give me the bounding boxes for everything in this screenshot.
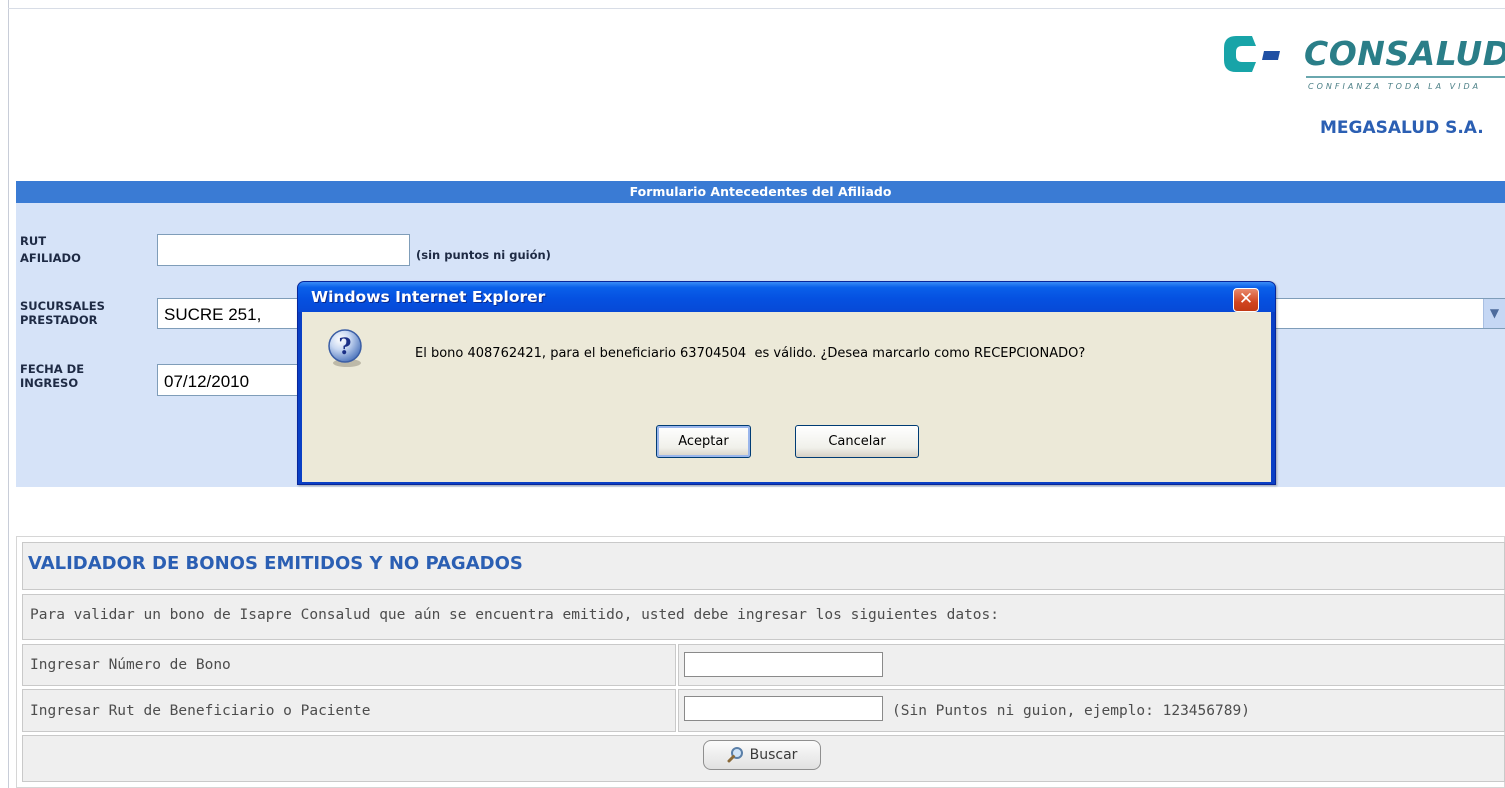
dialog-titlebar: Windows Internet Explorer ✕ [298,282,1275,312]
logo-underline [1306,76,1505,78]
beneficiario-rut-label: Ingresar Rut de Beneficiario o Paciente [30,703,371,719]
dialog-body: ? El bono 408762421, para el beneficiari… [302,312,1271,482]
close-icon[interactable]: ✕ [1233,288,1259,312]
fecha-label-line1: FECHA DE [20,362,85,376]
consalud-logo-icon [1224,36,1280,72]
page-frame-left [8,0,9,788]
beneficiario-rut-hint: (Sin Puntos ni guion, ejemplo: 123456789… [892,703,1250,719]
prestador-name: MEGASALUD S.A. [1320,118,1484,138]
beneficiario-rut-input[interactable] [684,696,883,721]
bono-number-input[interactable] [684,652,883,677]
fecha-ingreso-label: FECHA DE INGRESO [20,362,84,390]
dialog-title: Windows Internet Explorer [311,288,546,306]
fecha-ingreso-input[interactable]: 07/12/2010 [157,364,307,396]
confirm-dialog: Windows Internet Explorer ✕ ? El bono 40… [297,281,1276,485]
consalud-logo: CONSALUD CONFIANZA TODA LA VIDA [1222,28,1505,98]
buscar-label: Buscar [749,747,798,763]
dialog-message: El bono 408762421, para el beneficiario … [415,346,1086,361]
validator-title: VALIDADOR DE BONOS EMITIDOS Y NO PAGADOS [28,553,523,574]
sucursales-label: SUCURSALES PRESTADOR [20,299,105,327]
rut-label-line2: AFILIADO [20,251,81,265]
bono-label: Ingresar Número de Bono [30,657,231,673]
buscar-button[interactable]: Buscar [703,740,821,770]
rut-hint: (sin puntos ni guión) [416,248,551,262]
logo-tagline: CONFIANZA TODA LA VIDA [1308,82,1482,91]
form-title-bar: Formulario Antecedentes del Afiliado [16,181,1505,203]
sucursales-label-line1: SUCURSALES [20,299,105,313]
page-frame-top [8,8,1505,9]
cancelar-button[interactable]: Cancelar [795,425,919,458]
question-icon: ? [328,329,362,367]
sucursales-label-line2: PRESTADOR [20,313,98,327]
validator-instructions: Para validar un bono de Isapre Consalud … [30,607,1000,623]
magnifier-icon [727,747,743,763]
chevron-down-icon[interactable]: ▼ [1483,299,1505,328]
rut-afiliado-input[interactable] [157,234,410,266]
logo-name: CONSALUD [1304,34,1505,73]
rut-label-line1: RUT [20,234,47,248]
rut-afiliado-label: RUT AFILIADO [20,234,81,265]
svg-text:?: ? [339,334,352,360]
aceptar-button[interactable]: Aceptar [656,425,751,458]
fecha-label-line2: INGRESO [20,376,79,390]
